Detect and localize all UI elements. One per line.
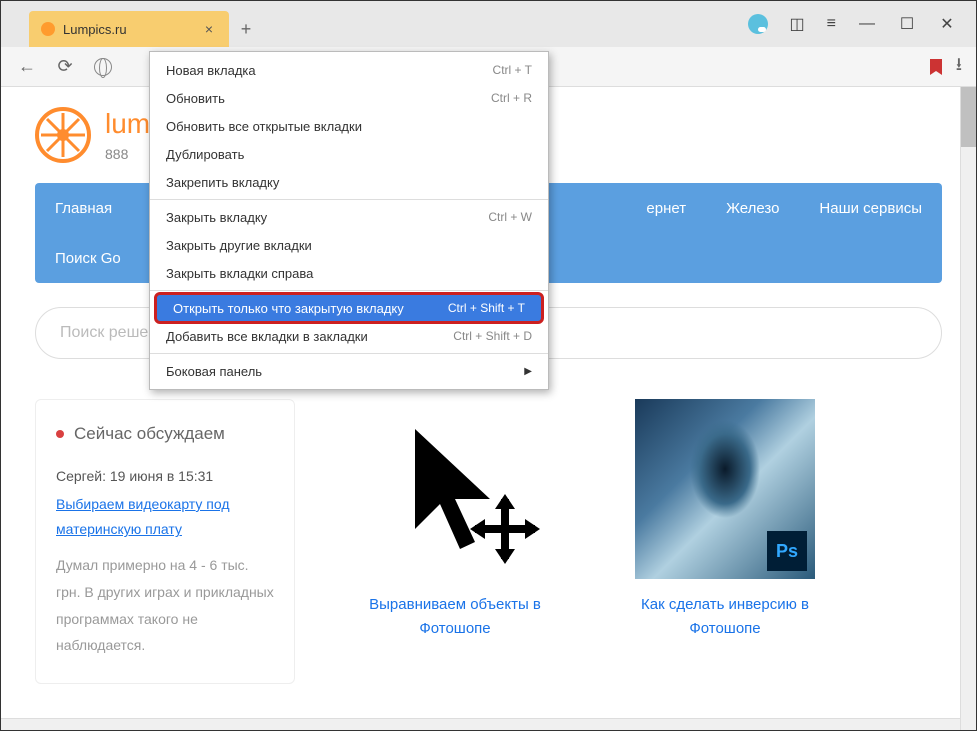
submenu-arrow-icon: ▶ xyxy=(524,366,532,377)
minimize-button[interactable]: — xyxy=(858,15,876,33)
menu-shortcut: Ctrl + Shift + D xyxy=(453,329,532,343)
nav-services[interactable]: Наши сервисы xyxy=(799,200,942,217)
menu-item[interactable]: Боковая панель ▶ xyxy=(150,357,548,385)
reload-button[interactable]: ⟳ xyxy=(53,55,77,79)
menu-item-label: Закрепить вкладку xyxy=(166,175,279,190)
scrollbar-thumb[interactable] xyxy=(961,87,976,147)
menu-item[interactable]: Закрыть другие вкладки xyxy=(150,231,548,259)
weather-icon[interactable] xyxy=(748,14,768,34)
menu-item-label: Новая вкладка xyxy=(166,63,256,78)
tab-close-button[interactable]: × xyxy=(201,21,217,37)
menu-divider xyxy=(150,353,548,354)
menu-shortcut: Ctrl + W xyxy=(488,210,532,224)
horizontal-scrollbar[interactable] xyxy=(1,718,960,730)
downloads-button[interactable]: ⭳ xyxy=(956,52,962,82)
bookmark-icon[interactable] xyxy=(930,59,942,75)
menu-item[interactable]: Обновить все открытые вкладки xyxy=(150,112,548,140)
maximize-button[interactable]: ☐ xyxy=(898,15,916,33)
browser-tab[interactable]: Lumpics.ru × xyxy=(29,11,229,47)
tab-strip: Lumpics.ru × + ◫ ≡ — ☐ ✕ xyxy=(1,1,976,47)
vertical-scrollbar[interactable] xyxy=(960,87,976,730)
menu-item-label: Открыть только что закрытую вкладку xyxy=(173,301,404,316)
tab-favicon xyxy=(41,22,55,36)
discussion-text: Думал примерно на 4 - 6 тыс. грн. В друг… xyxy=(56,552,274,658)
menu-item[interactable]: Закрыть вкладки справа xyxy=(150,259,548,287)
menu-item[interactable]: Новая вкладка Ctrl + T xyxy=(150,56,548,84)
menu-item[interactable]: Дублировать xyxy=(150,140,548,168)
menu-item-label: Обновить все открытые вкладки xyxy=(166,119,362,134)
bookmarks-panel-icon[interactable]: ◫ xyxy=(790,14,805,34)
nav-hardware[interactable]: Железо xyxy=(706,200,799,217)
menu-item[interactable]: Обновить Ctrl + R xyxy=(150,84,548,112)
discussion-meta: Сергей: 19 июня в 15:31 xyxy=(56,468,274,484)
article-card-align[interactable]: Выравниваем объекты в Фотошопе xyxy=(345,399,565,684)
menu-item-label: Закрыть вкладки справа xyxy=(166,266,313,281)
menu-shortcut: Ctrl + R xyxy=(491,91,532,105)
tab-title: Lumpics.ru xyxy=(63,22,193,37)
menu-item[interactable]: Открыть только что закрытую вкладку Ctrl … xyxy=(154,292,544,324)
discussion-heading: Сейчас обсуждаем xyxy=(74,424,225,444)
site-logo[interactable] xyxy=(35,107,91,163)
nav-home[interactable]: Главная xyxy=(35,200,132,217)
menu-divider xyxy=(150,290,548,291)
menu-item[interactable]: Закрыть вкладку Ctrl + W xyxy=(150,203,548,231)
ps-badge-icon: Ps xyxy=(767,531,807,571)
content-row: Сейчас обсуждаем Сергей: 19 июня в 15:31… xyxy=(1,359,976,724)
menu-divider xyxy=(150,199,548,200)
menu-icon[interactable]: ≡ xyxy=(827,15,836,33)
menu-item-label: Добавить все вкладки в закладки xyxy=(166,329,368,344)
article-card-invert[interactable]: Ps Как сделать инверсию в Фотошопе xyxy=(615,399,835,684)
title-bar-controls: ◫ ≡ — ☐ ✕ xyxy=(748,1,976,47)
nav-google-search[interactable]: Поиск Go xyxy=(35,250,141,267)
menu-item[interactable]: Закрепить вкладку xyxy=(150,168,548,196)
menu-shortcut: Ctrl + Shift + T xyxy=(448,301,525,315)
nav-internet[interactable]: ернет xyxy=(626,200,706,217)
close-window-button[interactable]: ✕ xyxy=(938,15,956,33)
article-title[interactable]: Как сделать инверсию в Фотошопе xyxy=(615,593,835,641)
live-dot-icon xyxy=(56,430,64,438)
tab-context-menu: Новая вкладкаCtrl + TОбновитьCtrl + RОбн… xyxy=(149,51,549,390)
article-thumb xyxy=(365,399,545,579)
menu-shortcut: Ctrl + T xyxy=(493,63,532,77)
site-info-icon[interactable] xyxy=(91,55,115,79)
menu-item-label: Обновить xyxy=(166,91,225,106)
back-button[interactable]: ← xyxy=(15,55,39,79)
menu-item-label: Закрыть другие вкладки xyxy=(166,238,312,253)
new-tab-button[interactable]: + xyxy=(229,11,263,47)
article-title[interactable]: Выравниваем объекты в Фотошопе xyxy=(345,593,565,641)
menu-item[interactable]: Добавить все вкладки в закладки Ctrl + Sh… xyxy=(150,322,548,350)
discussion-link[interactable]: Выбираем видеокарту под материнскую плат… xyxy=(56,492,274,542)
article-thumb: Ps xyxy=(635,399,815,579)
discussion-card: Сейчас обсуждаем Сергей: 19 июня в 15:31… xyxy=(35,399,295,684)
menu-item-label: Дублировать xyxy=(166,147,244,162)
menu-item-label: Закрыть вкладку xyxy=(166,210,267,225)
menu-item-label: Боковая панель xyxy=(166,364,262,379)
